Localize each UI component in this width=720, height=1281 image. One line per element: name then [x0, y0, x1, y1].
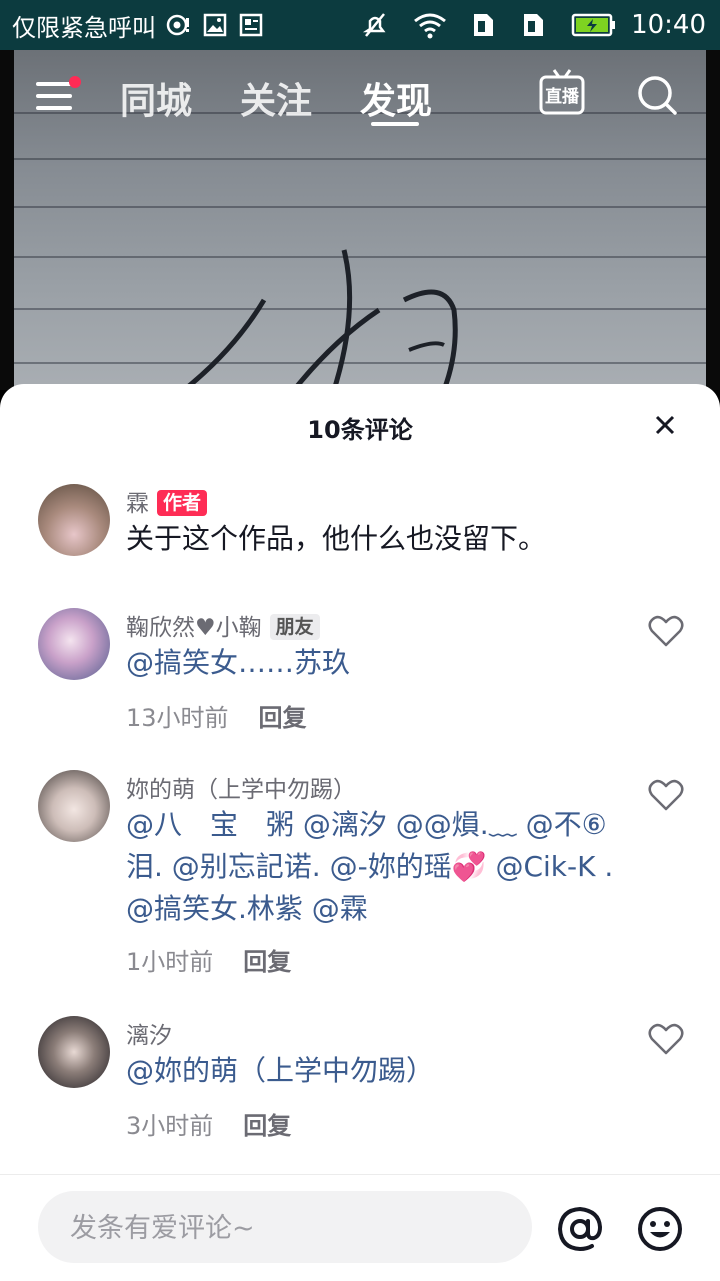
search-icon[interactable] [636, 74, 678, 116]
commenter-name: 鞠欣然♥小鞠 [126, 615, 262, 641]
battery-charging-icon [571, 12, 617, 38]
like-heart-icon[interactable] [648, 778, 684, 812]
clock: 10:40 [631, 10, 706, 40]
comment-author[interactable]: 漓汐 [126, 1016, 172, 1050]
comments-panel: 10条评论 霖作者 关于这个作品，他什么也没留下。 鞠欣然♥小鞠 朋友 @搞笑女…… [0, 384, 720, 1280]
comment-input[interactable] [68, 1191, 512, 1265]
avatar[interactable] [38, 608, 110, 680]
active-tab-indicator [371, 122, 419, 126]
comment-text: @搞笑女……苏玖 [126, 642, 616, 684]
sim1-icon [471, 11, 497, 39]
comment-author[interactable]: 鞠欣然♥小鞠 朋友 [126, 608, 320, 642]
sim2-icon [521, 11, 547, 39]
tab-same-city[interactable]: 同城 [120, 72, 192, 124]
news-icon [238, 12, 264, 38]
reply-button[interactable]: 回复 [259, 704, 307, 732]
like-heart-icon[interactable] [648, 1022, 684, 1056]
emoji-icon[interactable] [636, 1205, 684, 1253]
notification-dot [69, 76, 81, 88]
commenter-name: 漓汐 [126, 1023, 172, 1049]
mention-link[interactable]: @妳的萌（上学中勿踢） [126, 1054, 434, 1087]
like-heart-icon[interactable] [648, 614, 684, 648]
comment-meta: 3小时前 回复 [126, 1106, 291, 1141]
avatar[interactable] [38, 484, 110, 556]
status-bar: 仅限紧急呼叫 10:40 [0, 0, 720, 50]
nfc-icon [166, 12, 192, 38]
avatar[interactable] [38, 1016, 110, 1088]
friend-badge: 朋友 [269, 614, 320, 640]
comment-time: 3小时前 [126, 1112, 214, 1140]
author-name: 霖 [126, 491, 149, 517]
comment-meta: 13小时前 回复 [126, 698, 307, 733]
image-icon [202, 12, 228, 38]
top-navigation: 同城 关注 发现 直播 [0, 58, 720, 138]
author-badge: 作者 [157, 490, 208, 516]
comment-meta: 1小时前 回复 [126, 942, 291, 977]
mention-link[interactable]: @搞笑女……苏玖 [126, 646, 350, 679]
comment-text: @妳的萌（上学中勿踢） [126, 1050, 616, 1092]
close-icon[interactable] [650, 410, 680, 440]
comment-time: 1小时前 [126, 948, 214, 976]
reply-button[interactable]: 回复 [243, 948, 291, 976]
reply-button[interactable]: 回复 [243, 1112, 291, 1140]
live-button[interactable]: 直播 [538, 68, 586, 116]
carrier-label: 仅限紧急呼叫 [12, 13, 156, 42]
mention-links[interactable]: @八 宝 粥 @漓汐 @@熉.﹏ @不⑥泪. @别忘記诺. @-妳的瑶💞 @Ci… [126, 808, 613, 925]
comment-author[interactable]: 妳的萌（上学中勿踢） [126, 770, 356, 804]
live-label: 直播 [545, 86, 580, 107]
comment-input-bar [0, 1174, 720, 1281]
avatar[interactable] [38, 770, 110, 842]
comment-input-container[interactable] [38, 1191, 532, 1265]
comment-text: 关于这个作品，他什么也没留下。 [126, 522, 547, 555]
tab-following[interactable]: 关注 [240, 72, 312, 124]
mention-at-icon[interactable] [556, 1205, 604, 1253]
wifi-icon [413, 11, 447, 39]
live-tv-icon: 直播 [539, 69, 585, 115]
comment-time: 13小时前 [126, 704, 229, 732]
comment-text: @八 宝 粥 @漓汐 @@熉.﹏ @不⑥泪. @别忘記诺. @-妳的瑶💞 @Ci… [126, 804, 616, 930]
mute-icon [361, 11, 389, 39]
comment-author[interactable]: 霖作者 [126, 484, 208, 518]
tab-discover[interactable]: 发现 [360, 72, 432, 124]
comments-count-title: 10条评论 [307, 416, 413, 444]
commenter-name: 妳的萌（上学中勿踢） [126, 777, 356, 803]
